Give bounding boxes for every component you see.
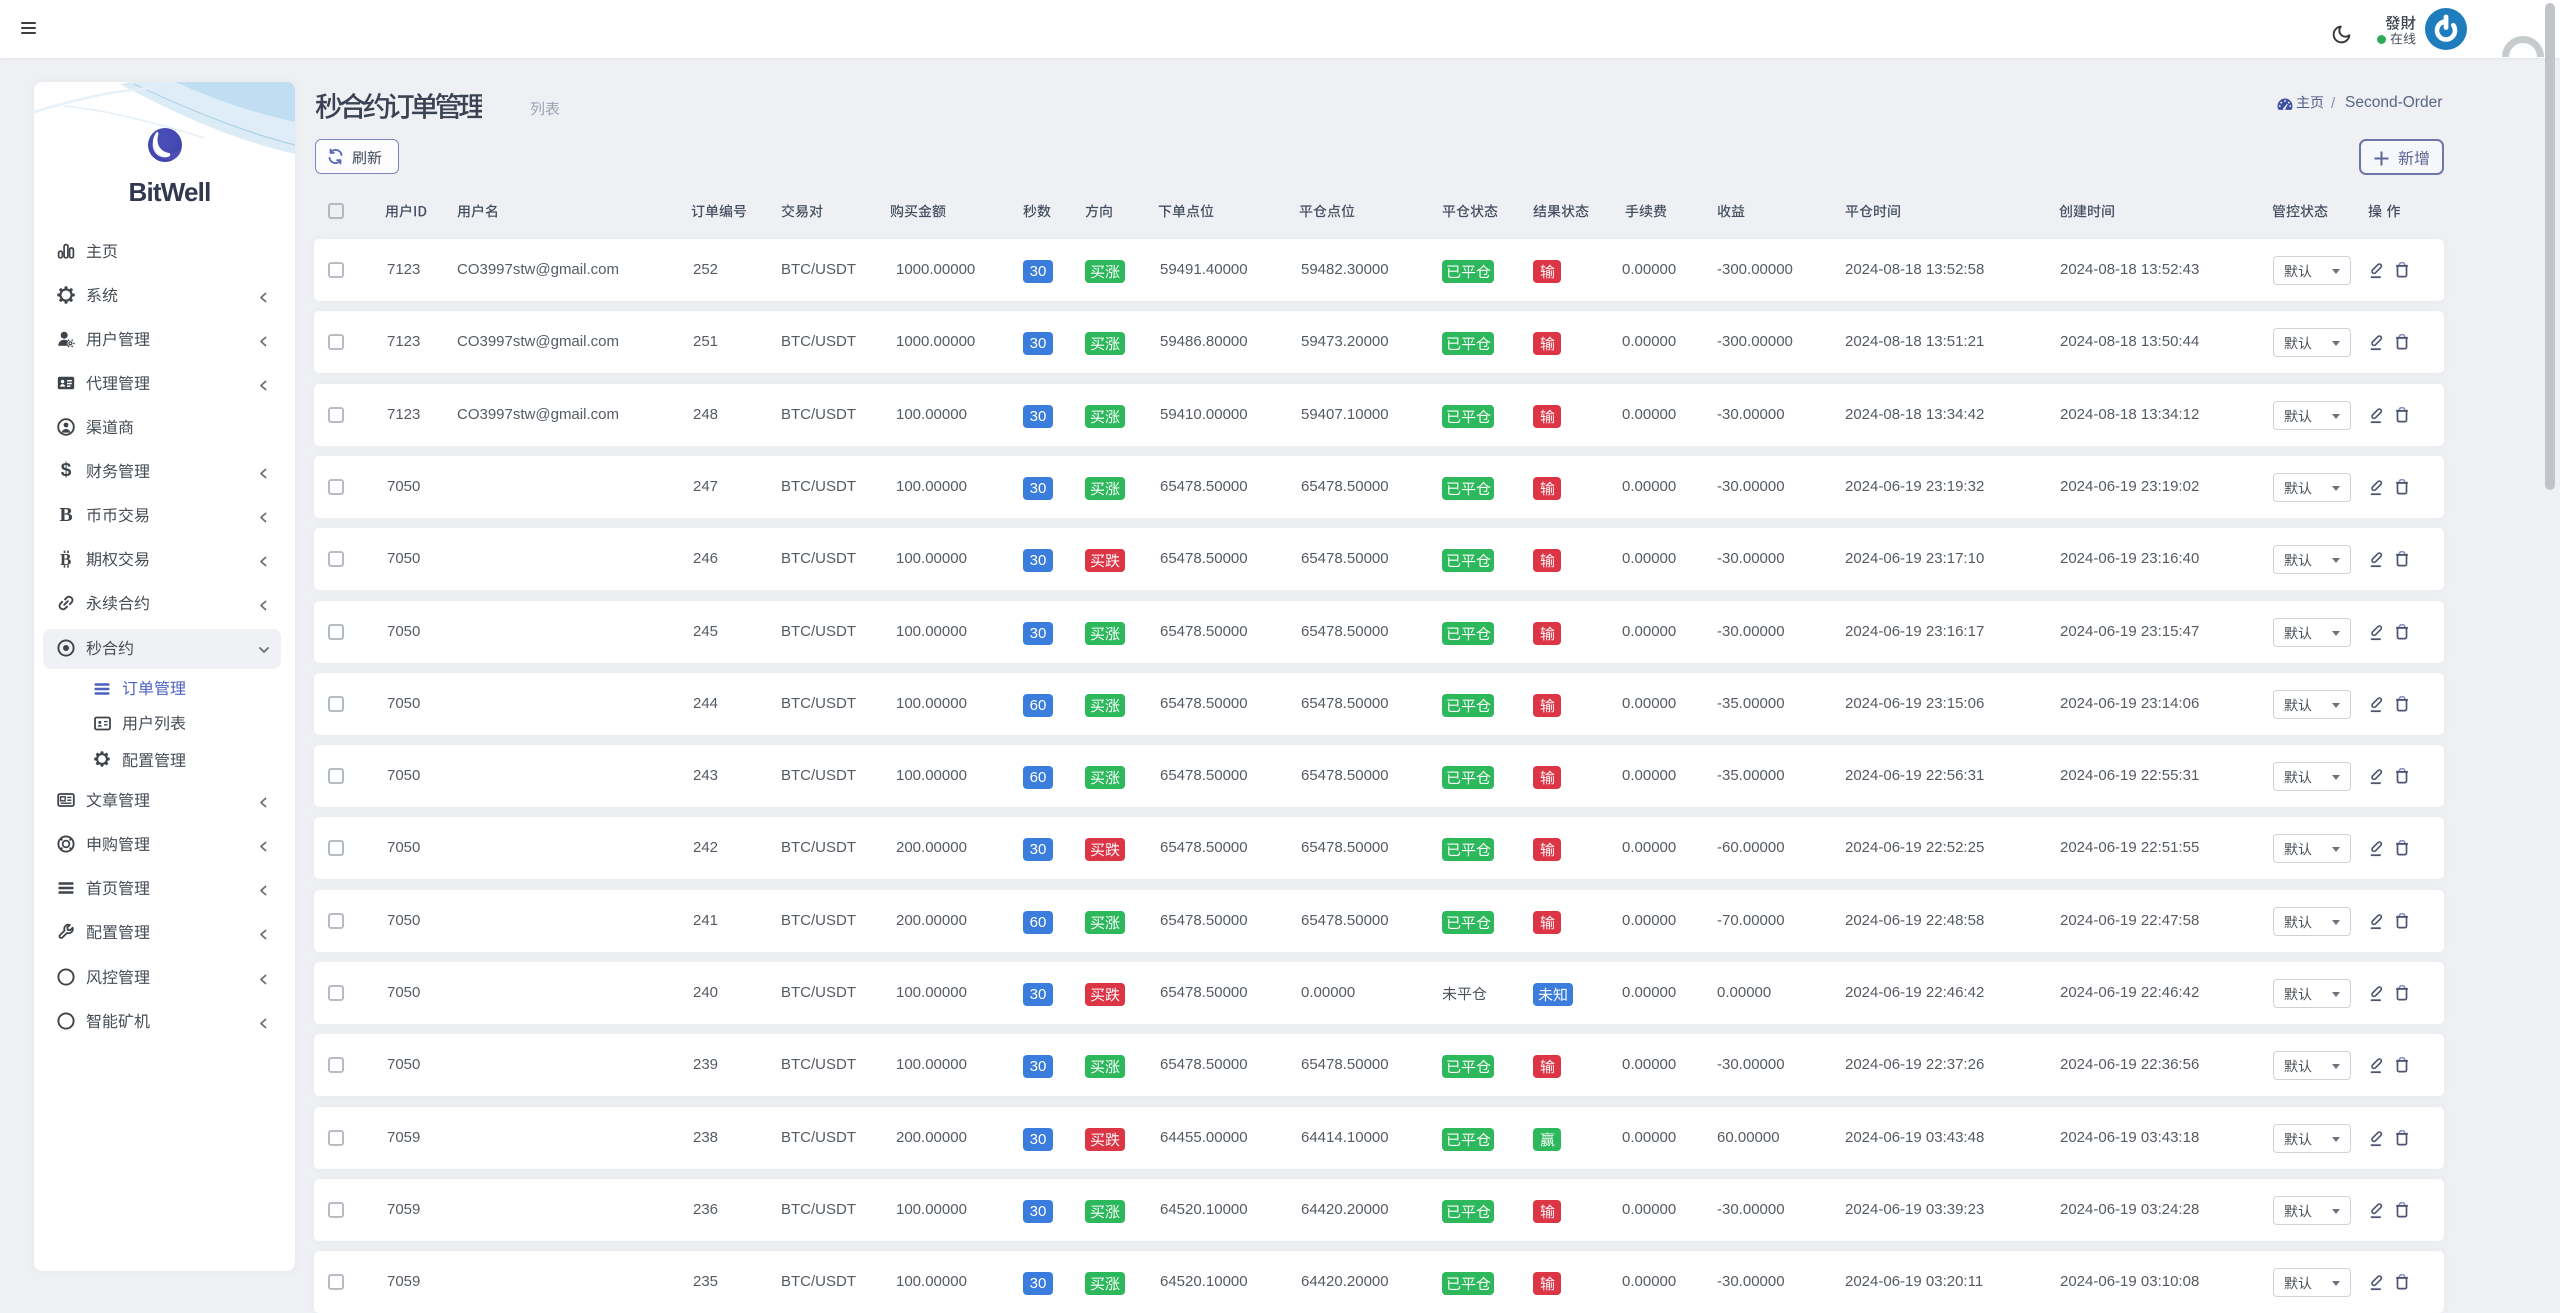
svg-text:B: B (60, 550, 71, 568)
